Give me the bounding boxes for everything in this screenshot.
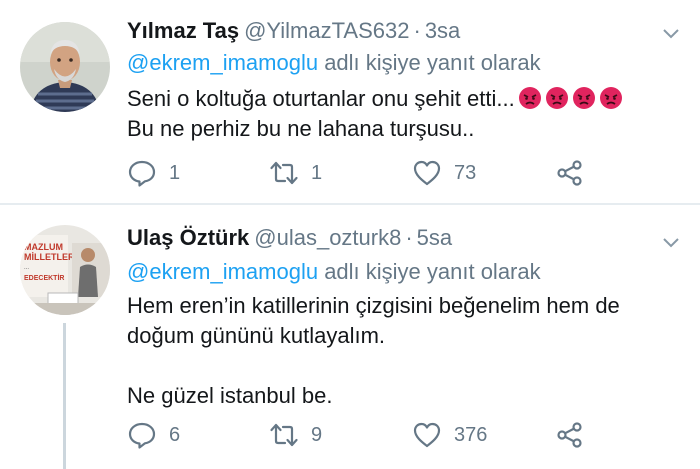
separator-dot: · bbox=[413, 18, 421, 43]
reply-count: 6 bbox=[169, 423, 181, 446]
timestamp[interactable]: 5sa bbox=[417, 225, 452, 250]
like-button[interactable]: 376 bbox=[412, 418, 487, 452]
chevron-down-icon[interactable] bbox=[660, 231, 682, 253]
pouting-face-icon bbox=[599, 87, 622, 109]
user-handle[interactable]: @ulas_ozturk8 bbox=[254, 225, 401, 250]
avatar-sign-text: MAZLUM bbox=[24, 242, 63, 252]
heart-icon bbox=[413, 422, 441, 448]
avatar-sign-text: MİLLETLER bbox=[24, 252, 75, 262]
reply-count: 1 bbox=[169, 161, 181, 184]
like-count: 376 bbox=[454, 423, 488, 446]
tweet-text: Hem eren’in katillerinin çizgisini beğen… bbox=[127, 291, 620, 411]
tweet-text-line: Hem eren’in katillerinin çizgisini beğen… bbox=[127, 293, 620, 318]
tweet-text-line: Seni o koltuğa oturtanlar onu şehit etti… bbox=[127, 84, 623, 114]
reply-suffix: adlı kişiye yanıt olarak bbox=[324, 50, 541, 75]
reply-button[interactable]: 6 bbox=[127, 418, 180, 452]
avatar[interactable] bbox=[20, 22, 110, 112]
chevron-down-icon[interactable] bbox=[660, 22, 682, 44]
pouting-face-icon bbox=[572, 87, 595, 109]
reply-button[interactable]: 1 bbox=[127, 156, 180, 190]
reply-icon bbox=[128, 422, 156, 449]
retweet-icon bbox=[270, 161, 298, 185]
pouting-face-icon bbox=[545, 87, 568, 109]
avatar-photo bbox=[20, 22, 110, 112]
retweet-icon bbox=[270, 423, 298, 447]
display-name[interactable]: Yılmaz Taş bbox=[127, 18, 239, 43]
pouting-face-icon bbox=[518, 87, 541, 109]
display-name[interactable]: Ulaş Öztürk bbox=[127, 225, 249, 250]
thread-connector bbox=[63, 323, 66, 469]
avatar-sign-text: ... bbox=[24, 265, 29, 271]
retweet-button[interactable]: 9 bbox=[269, 418, 322, 452]
tweet-text-line: Ne güzel istanbul be. bbox=[127, 383, 333, 408]
avatar-sign-text: EDECEKTİR bbox=[24, 274, 64, 282]
timestamp[interactable]: 3sa bbox=[425, 18, 460, 43]
share-button[interactable] bbox=[555, 418, 585, 452]
share-icon bbox=[557, 422, 582, 448]
tweet-text-line: Bu ne perhiz bu ne lahana turşusu.. bbox=[127, 116, 475, 141]
tweet-text: Seni o koltuğa oturtanlar onu şehit etti… bbox=[127, 84, 623, 144]
reply-context: @ekrem_imamoglu adlı kişiye yanıt olarak bbox=[127, 257, 541, 287]
heart-icon bbox=[413, 160, 441, 186]
like-count: 73 bbox=[454, 161, 477, 184]
tweet-header: Yılmaz Taş @YilmazTAS632 · 3sa bbox=[127, 16, 460, 46]
tweet-actions: 1 1 73 bbox=[127, 156, 597, 190]
retweet-count: 1 bbox=[311, 161, 323, 184]
separator-dot: · bbox=[405, 225, 413, 250]
tweet-text-line: doğum gününü kutlayalım. bbox=[127, 323, 386, 348]
retweet-count: 9 bbox=[311, 423, 323, 446]
share-button[interactable] bbox=[555, 156, 585, 190]
reply-context: @ekrem_imamoglu adlı kişiye yanıt olarak bbox=[127, 48, 541, 78]
reply-icon bbox=[128, 160, 156, 187]
tweet-actions: 6 9 376 bbox=[127, 418, 597, 452]
avatar[interactable]: MAZLUM MİLLETLER ... EDECEKTİR bbox=[20, 225, 110, 315]
user-handle[interactable]: @YilmazTAS632 bbox=[244, 18, 409, 43]
tweet[interactable]: MAZLUM MİLLETLER ... EDECEKTİR Ulaş Öztü… bbox=[0, 205, 700, 469]
share-icon bbox=[557, 160, 582, 186]
mention-link[interactable]: @ekrem_imamoglu bbox=[127, 259, 318, 284]
tweet[interactable]: Yılmaz Taş @YilmazTAS632 · 3sa @ekrem_imamo… bbox=[0, 0, 700, 203]
avatar-photo: MAZLUM MİLLETLER ... EDECEKTİR bbox=[20, 225, 110, 315]
retweet-button[interactable]: 1 bbox=[269, 156, 322, 190]
like-button[interactable]: 73 bbox=[412, 156, 476, 190]
reply-suffix: adlı kişiye yanıt olarak bbox=[324, 259, 541, 284]
tweet-text-segment: Seni o koltuğa oturtanlar onu şehit etti… bbox=[127, 86, 515, 111]
mention-link[interactable]: @ekrem_imamoglu bbox=[127, 50, 318, 75]
tweet-header: Ulaş Öztürk @ulas_ozturk8 · 5sa bbox=[127, 223, 452, 253]
